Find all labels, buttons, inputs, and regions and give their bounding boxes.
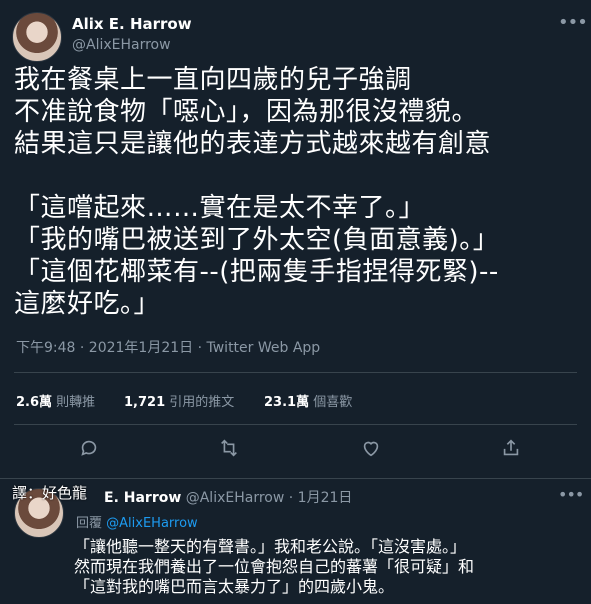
tweet-line: 「這嚐起來……實在是太不幸了。」 <box>14 193 426 223</box>
tweet-line: 「這個花椰菜有--(把兩隻手指捏得死緊)-- <box>14 257 499 287</box>
reply-line: 「讓他聽一整天的有聲書。」我和老公說。「這沒害處。」 <box>74 537 467 556</box>
translator-credit: 譯：好色龍 <box>12 484 88 502</box>
tweet-line: 不准說食物「噁心」，因為那很沒禮貌。 <box>14 97 479 127</box>
divider <box>0 478 591 479</box>
like-count: 23.1萬 <box>264 395 310 410</box>
quote-count: 1,721 <box>124 395 166 410</box>
like-icon[interactable] <box>360 437 382 459</box>
retweet-count: 2.6萬 <box>16 395 53 410</box>
like-label: 個喜歡 <box>313 395 353 410</box>
tweet-line: 「我的嘴巴被送到了外太空(負面意義)。」 <box>14 225 500 255</box>
reply-line: 「這對我的嘴巴而言太暴力了」的四歲小鬼。 <box>74 577 395 596</box>
author-handle[interactable]: @AlixEHarrow <box>72 37 171 53</box>
like-stat[interactable]: 23.1萬 個喜歡 <box>264 391 352 410</box>
author-name[interactable]: Alix E. Harrow <box>72 15 192 33</box>
tweet-line: 這麼好吃。」 <box>14 289 161 319</box>
tweet-timestamp[interactable]: 下午9:48 · 2021年1月21日 · Twitter Web App <box>16 337 320 357</box>
reply-author-name[interactable]: E. Harrow <box>104 490 181 506</box>
reply-date[interactable]: · 1月21日 <box>289 490 353 506</box>
reply-line: 然而現在我們養出了一位會抱怨自己的蕃薯「很可疑」和 <box>74 557 475 576</box>
reply-more-options-icon[interactable]: ••• <box>558 485 584 504</box>
replying-prefix: 回覆 <box>76 516 103 531</box>
quote-label: 引用的推文 <box>169 395 235 410</box>
share-icon[interactable] <box>500 437 522 459</box>
tweet-line: 結果這只是讓他的表達方式越來越有創意 <box>14 129 492 159</box>
divider <box>14 424 577 425</box>
reply-author-handle[interactable]: @AlixEHarrow <box>186 490 285 506</box>
retweet-label: 則轉推 <box>56 395 96 410</box>
reply-icon[interactable] <box>78 437 100 459</box>
quote-stat[interactable]: 1,721 引用的推文 <box>124 391 234 410</box>
retweet-stat[interactable]: 2.6萬 則轉推 <box>16 391 95 410</box>
divider <box>14 372 577 373</box>
more-options-icon[interactable]: ••• <box>558 12 588 33</box>
retweet-icon[interactable] <box>218 437 240 459</box>
author-avatar[interactable] <box>12 12 62 62</box>
reply-text: 「讓他聽一整天的有聲書。」我和老公說。「這沒害處。」 然而現在我們養出了一位會抱… <box>74 537 474 597</box>
tweet-line: 我在餐桌上一直向四歲的兒子強調 <box>14 65 412 95</box>
replying-to-link[interactable]: @AlixEHarrow <box>106 516 198 531</box>
tweet-text: 我在餐桌上一直向四歲的兒子強調 不准說食物「噁心」，因為那很沒禮貌。 結果這只是… <box>14 64 499 320</box>
replying-to: 回覆 @AlixEHarrow <box>76 512 198 531</box>
reply-header: E. Harrow @AlixEHarrow · 1月21日 <box>104 487 352 507</box>
